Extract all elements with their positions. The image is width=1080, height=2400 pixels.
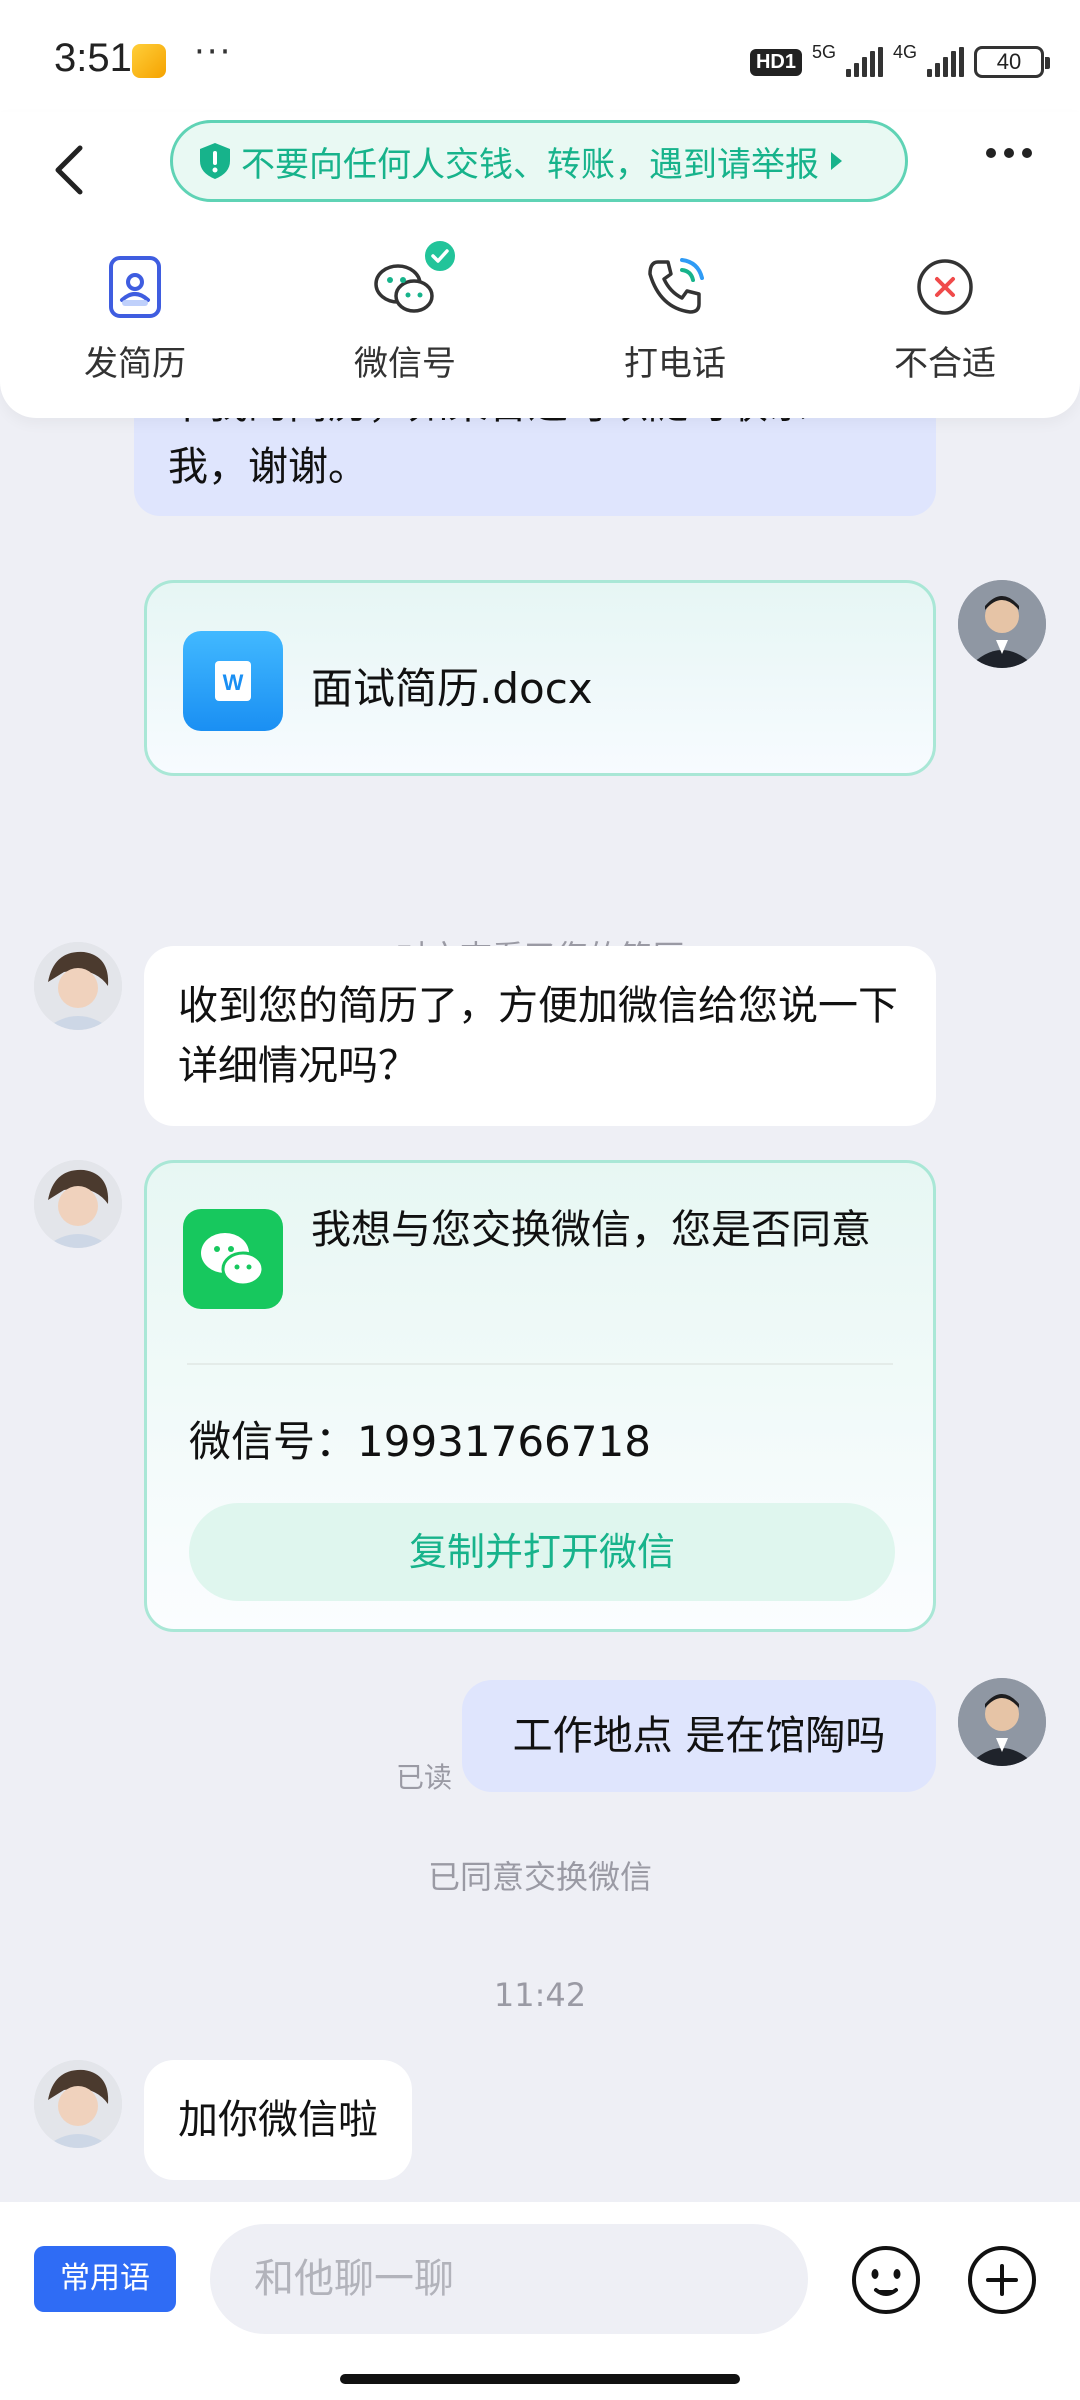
status-indicators: HD1 5G 4G 40 [749,41,1050,82]
safety-notice-banner[interactable]: 不要向任何人交钱、转账，遇到请举报 [170,120,908,202]
notification-app-icon [132,44,166,78]
not-suitable-action[interactable]: 不合适 [810,252,1080,385]
svg-text:W: W [223,670,244,695]
shield-icon [200,143,230,179]
arrow-right-icon [831,152,842,170]
call-action[interactable]: 打电话 [540,252,810,385]
status-time: 3:51 [54,36,132,80]
common-phrases-button[interactable]: 常用语 [34,2246,176,2312]
plus-button[interactable] [966,2244,1038,2316]
my-message-bubble[interactable]: 工作地点 是在馆陶吗 [462,1680,936,1792]
send-resume-action[interactable]: 发简历 [0,252,270,385]
emoji-icon [852,2246,920,2314]
person-avatar-icon [958,580,1046,668]
wechat-exchange-prompt: 我想与您交换微信，您是否同意 [311,1207,871,1253]
network-4g-label: 4G [892,41,917,62]
network-5g-label: 5G [811,41,836,62]
home-indicator[interactable] [340,2374,740,2384]
message-input[interactable] [210,2224,808,2334]
safety-notice-text: 不要向任何人交钱、转账，遇到请举报 [241,144,819,185]
battery-icon: 40 [974,46,1050,78]
file-name: 面试简历.docx [311,664,593,713]
read-receipt: 已读 [396,1761,453,1794]
child-avatar-icon [34,942,122,1030]
chevron-left-icon [55,145,83,195]
contact-avatar[interactable] [34,2060,122,2148]
chat-header: 不要向任何人交钱、转账，遇到请举报 发简历 微信号 打电话 不合适 [0,112,1080,418]
contact-message-bubble[interactable]: 收到您的简历了，方便加微信给您说一下详细情况吗？ [144,946,936,1126]
child-avatar-icon [34,2060,122,2148]
phone-icon [640,252,710,322]
signal-4g-icon [927,47,964,77]
copy-open-wechat-button[interactable]: 复制并打开微信 [189,1503,895,1601]
message-text-line2: 我，谢谢。 [168,444,368,490]
message-text: 收到您的简历了，方便加微信给您说一下详细情况吗？ [178,983,898,1089]
wechat-id-text: 微信号：19931766718 [189,1417,651,1466]
check-badge-icon [422,238,458,274]
action-label: 发简历 [84,344,186,384]
message-input-bar: 常用语 [0,2202,1080,2400]
system-message-agreed: 已同意交换微信 [427,1858,652,1896]
action-label: 不合适 [894,344,996,384]
emoji-button[interactable] [850,2244,922,2316]
message-timestamp: 11:42 [493,1976,587,2014]
message-text: 加你微信啦 [178,2097,378,2143]
contact-message-bubble[interactable]: 加你微信啦 [144,2060,412,2180]
more-options-button[interactable] [986,148,1032,158]
wechat-logo-icon [183,1209,283,1309]
chat-area[interactable]: 下我的简历，如果合适可以随时联系 我，谢谢。 已读 W 面试简历.docx 对方… [0,380,1080,2202]
signal-5g-icon [845,47,883,77]
contact-avatar[interactable] [34,942,122,1030]
status-bar: 3:51 ··· HD1 5G 4G 40 [0,0,1080,112]
divider [187,1363,893,1365]
wechat-exchange-card[interactable]: 我想与您交换微信，您是否同意 微信号：19931766718 复制并打开微信 [144,1160,936,1632]
status-more-icon: ··· [194,32,233,72]
my-avatar[interactable] [958,580,1046,668]
message-text: 工作地点 是在馆陶吗 [512,1713,886,1759]
action-label: 微信号 [354,344,456,384]
child-avatar-icon [34,1160,122,1248]
word-file-icon: W [183,631,283,731]
action-label: 打电话 [624,344,726,384]
resume-file-card[interactable]: W 面试简历.docx [144,580,936,776]
reject-icon [910,252,980,322]
person-avatar-icon [958,1678,1046,1766]
my-avatar[interactable] [958,1678,1046,1766]
quick-actions-bar: 发简历 微信号 打电话 不合适 [0,238,1080,385]
plus-circle-icon [968,2246,1036,2314]
hd-badge: HD1 [749,48,802,76]
wechat-id-action[interactable]: 微信号 [270,238,540,385]
back-button[interactable] [40,134,96,206]
resume-icon [100,252,170,322]
contact-avatar[interactable] [34,1160,122,1248]
